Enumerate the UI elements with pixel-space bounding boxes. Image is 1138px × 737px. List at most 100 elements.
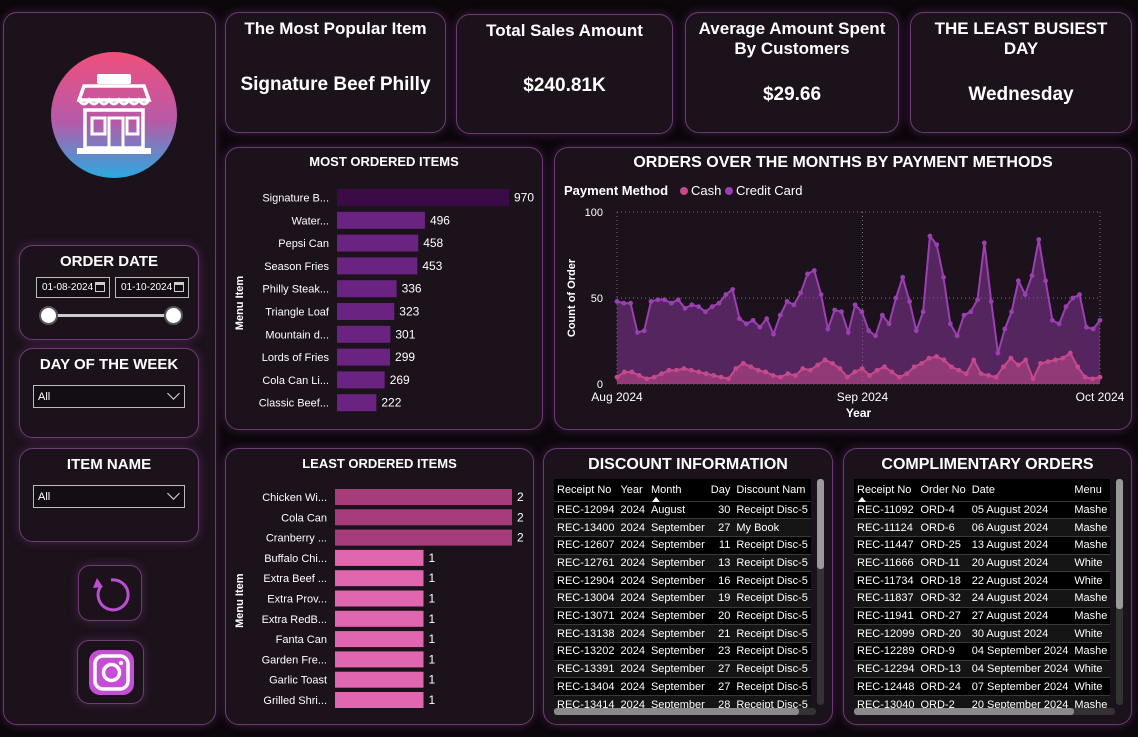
data-point[interactable] <box>629 369 635 375</box>
data-point[interactable] <box>666 367 672 373</box>
end-date-input[interactable]: 01-10-2024 <box>115 277 189 298</box>
bar[interactable] <box>335 549 424 566</box>
data-point[interactable] <box>669 300 674 306</box>
table-row[interactable]: REC-12289 ORD-9 04 September 2024 Mashe <box>854 642 1111 661</box>
data-point[interactable] <box>659 371 664 377</box>
table-row[interactable]: REC-12099 ORD-20 30 August 2024 White <box>854 624 1111 643</box>
table-row[interactable]: REC-11092 ORD-4 05 August 2024 Mashe <box>854 500 1111 519</box>
data-point[interactable] <box>740 360 746 366</box>
data-point[interactable] <box>971 357 977 363</box>
table-row[interactable]: REC-13391 2024 September 27 Receipt Disc-5 <box>554 659 811 678</box>
data-point[interactable] <box>1077 292 1082 297</box>
data-point[interactable] <box>882 364 887 370</box>
data-point[interactable] <box>975 297 980 303</box>
data-point[interactable] <box>777 312 783 318</box>
table-row[interactable]: REC-12294 ORD-13 04 September 2024 White <box>854 659 1111 678</box>
data-point[interactable] <box>954 333 960 339</box>
data-point[interactable] <box>743 321 749 327</box>
data-point[interactable] <box>785 371 791 377</box>
data-point[interactable] <box>641 328 647 334</box>
data-point[interactable] <box>956 367 962 373</box>
bar[interactable] <box>337 211 425 229</box>
bar[interactable] <box>335 631 424 648</box>
data-point[interactable] <box>614 299 620 304</box>
bar[interactable] <box>337 280 397 298</box>
bar[interactable] <box>335 489 512 505</box>
item-name-dropdown[interactable]: All <box>33 485 185 508</box>
data-point[interactable] <box>1001 364 1006 370</box>
table-row[interactable]: REC-13071 2024 September 20 Receipt Disc-5 <box>554 606 811 625</box>
data-point[interactable] <box>873 333 878 339</box>
data-point[interactable] <box>723 292 729 297</box>
data-point[interactable] <box>1002 326 1008 332</box>
data-point[interactable] <box>805 271 810 277</box>
data-point[interactable] <box>920 309 926 315</box>
table-row[interactable]: REC-11734 ORD-18 22 August 2024 White <box>854 571 1111 590</box>
scrollbar-thumb[interactable] <box>554 708 799 715</box>
data-point[interactable] <box>1070 295 1076 301</box>
data-point[interactable] <box>968 309 974 315</box>
column-header[interactable]: Month <box>647 479 708 502</box>
data-point[interactable] <box>681 366 687 371</box>
data-point[interactable] <box>792 373 798 378</box>
data-point[interactable] <box>963 371 969 377</box>
data-point[interactable] <box>1082 374 1088 380</box>
data-point[interactable] <box>859 309 865 315</box>
column-header[interactable]: Date <box>968 479 1072 501</box>
table-row[interactable]: REC-13138 2024 September 21 Receipt Disc-5 <box>554 624 811 643</box>
data-point[interactable] <box>770 373 776 378</box>
data-point[interactable] <box>718 374 724 380</box>
vertical-scrollbar[interactable] <box>1116 479 1123 705</box>
data-point[interactable] <box>674 367 679 373</box>
data-point[interactable] <box>919 360 925 366</box>
data-point[interactable] <box>1090 376 1095 382</box>
data-point[interactable] <box>703 309 708 315</box>
data-point[interactable] <box>825 326 831 332</box>
data-point[interactable] <box>1022 292 1028 297</box>
data-point[interactable] <box>1049 317 1055 323</box>
data-point[interactable] <box>832 307 838 313</box>
data-point[interactable] <box>978 371 984 377</box>
bar[interactable] <box>337 257 418 275</box>
data-point[interactable] <box>830 360 835 366</box>
data-point[interactable] <box>778 374 783 380</box>
column-header[interactable]: Discount Nam <box>733 479 811 501</box>
data-point[interactable] <box>791 302 797 308</box>
table-row[interactable]: REC-11941 ORD-27 27 August 2024 Mashe <box>854 606 1111 625</box>
data-point[interactable] <box>941 274 946 280</box>
bar[interactable] <box>335 610 424 627</box>
column-header[interactable]: Receipt No <box>854 479 918 502</box>
data-point[interactable] <box>889 369 895 375</box>
column-header[interactable]: Menu <box>1071 479 1111 501</box>
column-header[interactable]: Receipt No <box>554 479 618 501</box>
data-point[interactable] <box>807 367 813 373</box>
data-point[interactable] <box>893 295 899 301</box>
data-point[interactable] <box>662 297 668 303</box>
bar[interactable] <box>335 509 512 526</box>
data-point[interactable] <box>859 366 865 371</box>
column-header[interactable]: Year <box>617 479 648 501</box>
bar[interactable] <box>337 234 419 252</box>
data-point[interactable] <box>800 366 806 371</box>
data-point[interactable] <box>1097 317 1103 323</box>
data-point[interactable] <box>755 367 761 373</box>
data-point[interactable] <box>911 364 917 370</box>
data-point[interactable] <box>961 312 967 318</box>
start-date-handle[interactable] <box>39 306 58 325</box>
bar[interactable] <box>337 325 391 343</box>
vertical-scrollbar[interactable] <box>817 479 824 705</box>
data-point[interactable] <box>1038 360 1043 366</box>
data-point[interactable] <box>614 374 620 380</box>
table-row[interactable]: REC-12448 ORD-24 07 September 2024 White <box>854 677 1111 696</box>
data-point[interactable] <box>711 373 716 378</box>
data-point[interactable] <box>730 287 736 292</box>
data-point[interactable] <box>1043 278 1048 284</box>
end-date-handle[interactable] <box>164 306 183 325</box>
data-point[interactable] <box>1067 350 1073 356</box>
data-point[interactable] <box>737 316 742 322</box>
data-point[interactable] <box>689 302 695 308</box>
data-point[interactable] <box>1090 326 1096 332</box>
table-row[interactable]: REC-11124 ORD-6 06 August 2024 Mashe <box>854 518 1111 537</box>
column-header[interactable]: Order No <box>917 479 969 501</box>
bar[interactable] <box>337 394 377 412</box>
